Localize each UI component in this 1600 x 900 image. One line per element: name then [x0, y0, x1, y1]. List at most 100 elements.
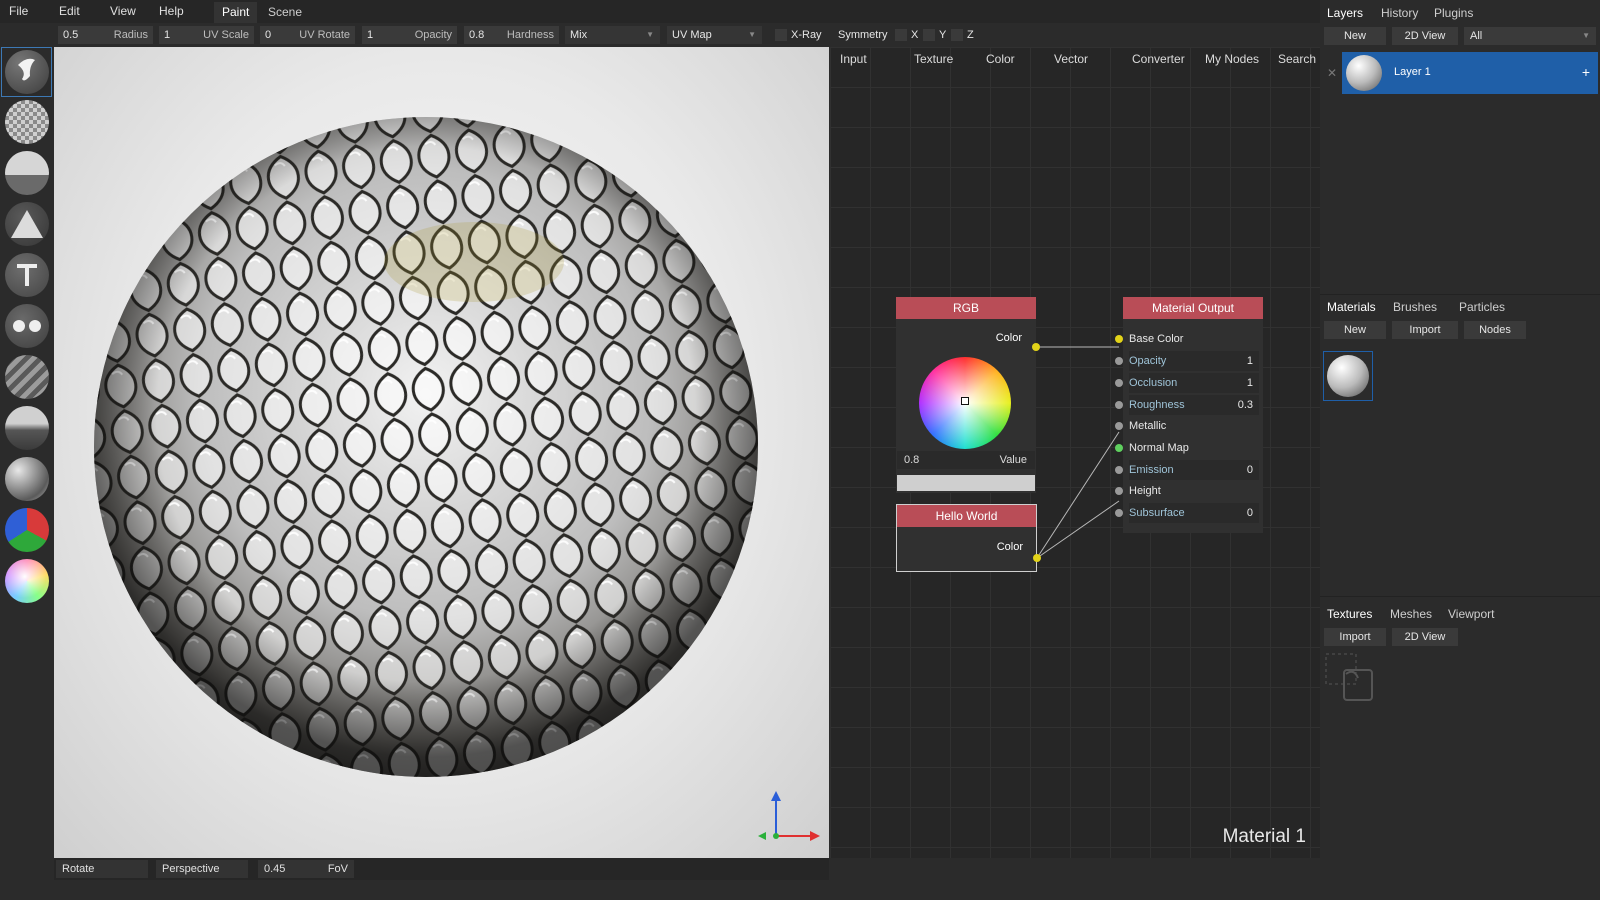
blend-mode-select[interactable]: Mix ▼ [565, 26, 660, 44]
menu-help[interactable]: Help [159, 4, 184, 18]
uv-rotate-field[interactable]: 0 UV Rotate [260, 26, 355, 44]
opacity-field[interactable]: 1 Opacity [362, 26, 457, 44]
nodes-button[interactable]: Nodes [1464, 321, 1526, 339]
socket-occlusion[interactable] [1115, 379, 1123, 387]
bake-tool[interactable] [5, 457, 49, 501]
axis-gizmo [758, 791, 820, 841]
material-output-node[interactable]: Material Output Base Color Opacity 1 Occl… [1123, 297, 1263, 533]
tab-brushes[interactable]: Brushes [1393, 300, 1437, 314]
colorid-tool[interactable] [5, 508, 49, 552]
menu-file[interactable]: File [9, 4, 28, 18]
blur-tool[interactable] [5, 355, 49, 399]
tab-paint[interactable]: Paint [214, 2, 258, 23]
radius-field[interactable]: 0.5 Radius [58, 26, 153, 44]
node-editor[interactable]: Input Texture Color Vector Converter My … [830, 47, 1320, 858]
clone-tool[interactable] [5, 304, 49, 348]
value-slider[interactable]: 0.8 Value [897, 451, 1035, 469]
tab-particles[interactable]: Particles [1459, 300, 1505, 314]
opacity-label: Opacity [414, 29, 452, 41]
socket-normal-map[interactable] [1115, 444, 1123, 452]
tab-materials[interactable]: Materials [1327, 300, 1376, 314]
projection-select[interactable]: Perspective [156, 860, 248, 878]
fov-value: 0.45 [264, 863, 286, 875]
symmetry-y-checkbox[interactable] [923, 29, 935, 41]
socket-base-color[interactable] [1115, 335, 1123, 343]
layers-filter-select[interactable]: All ▼ [1464, 27, 1596, 45]
socket-roughness[interactable] [1115, 401, 1123, 409]
close-icon[interactable]: ✕ [1327, 66, 1337, 80]
color-wheel-cursor[interactable] [961, 397, 969, 405]
menu-edit[interactable]: Edit [59, 4, 80, 18]
uv-scale-field[interactable]: 1 UV Scale [159, 26, 254, 44]
uv-scale-label: UV Scale [203, 29, 249, 41]
fill-tool[interactable] [5, 151, 49, 195]
import-texture-button[interactable]: Import [1324, 628, 1386, 646]
camera-mode-select[interactable]: Rotate [56, 860, 148, 878]
input-normal-map: Normal Map [1129, 442, 1189, 454]
drop-image-icon [1325, 653, 1373, 701]
symmetry-z-checkbox[interactable] [951, 29, 963, 41]
textures-2d-view-button[interactable]: 2D View [1392, 628, 1458, 646]
decal-tool[interactable] [5, 202, 49, 246]
projection-value: Perspective [162, 863, 220, 875]
particle-tool[interactable] [5, 406, 49, 450]
value-label: Value [999, 454, 1027, 466]
brush-icon [18, 58, 35, 81]
socket-opacity[interactable] [1115, 357, 1123, 365]
hello-world-color-output-socket[interactable] [1033, 554, 1041, 562]
input-occlusion[interactable]: Occlusion 1 [1129, 373, 1259, 393]
rgb-color-output-socket[interactable] [1032, 343, 1040, 351]
menu-view[interactable]: View [110, 4, 136, 18]
input-roughness[interactable]: Roughness 0.3 [1129, 395, 1259, 415]
import-material-button[interactable]: Import [1392, 321, 1458, 339]
brush-tool[interactable] [5, 50, 49, 94]
xray-label: X-Ray [791, 29, 822, 41]
tab-viewport[interactable]: Viewport [1448, 607, 1494, 621]
input-emission[interactable]: Emission 0 [1129, 460, 1259, 480]
socket-height[interactable] [1115, 487, 1123, 495]
fov-field[interactable]: 0.45 FoV [258, 860, 354, 878]
input-subsurface[interactable]: Subsurface 0 [1129, 503, 1259, 523]
radius-label: Radius [113, 29, 148, 41]
3d-viewport[interactable] [54, 47, 829, 858]
socket-emission[interactable] [1115, 466, 1123, 474]
socket-subsurface[interactable] [1115, 509, 1123, 517]
hello-world-output-label: Color [996, 541, 1023, 553]
new-material-button[interactable]: New [1324, 321, 1386, 339]
chevron-down-icon: ▼ [646, 30, 654, 39]
tab-textures[interactable]: Textures [1327, 607, 1372, 621]
tab-scene[interactable]: Scene [260, 2, 310, 23]
value-number: 0.8 [904, 454, 920, 466]
material-slot[interactable] [1323, 351, 1373, 401]
tab-history[interactable]: History [1381, 6, 1418, 20]
hardness-field[interactable]: 0.8 Hardness [464, 26, 559, 44]
plus-icon[interactable]: + [1582, 64, 1590, 80]
layers-2d-view-button[interactable]: 2D View [1392, 27, 1458, 45]
symmetry-x-checkbox[interactable] [895, 29, 907, 41]
socket-metallic[interactable] [1115, 422, 1123, 430]
mapping-select[interactable]: UV Map ▼ [667, 26, 762, 44]
xray-checkbox[interactable] [775, 29, 787, 41]
radius-value: 0.5 [63, 29, 79, 41]
right-panel: Layers History Plugins New 2D View All ▼… [1320, 0, 1600, 900]
color-preview-swatch [897, 475, 1035, 491]
tab-plugins[interactable]: Plugins [1434, 6, 1473, 20]
hello-world-node[interactable]: Hello World Color [896, 504, 1037, 572]
input-opacity[interactable]: Opacity 1 [1129, 351, 1259, 371]
input-height: Height [1129, 485, 1161, 497]
color-wheel[interactable] [919, 357, 1011, 449]
rgb-node[interactable]: RGB Color 0.8 Value [896, 297, 1036, 493]
material-thumbnail [1327, 355, 1369, 397]
tab-meshes[interactable]: Meshes [1390, 607, 1432, 621]
eraser-tool[interactable] [5, 100, 49, 144]
hello-world-node-title: Hello World [897, 505, 1036, 527]
text-tool[interactable] [5, 253, 49, 297]
decal-icon [11, 210, 43, 238]
menu-bar: File Edit View Help Paint Scene [0, 0, 1320, 23]
sphere-render [94, 117, 758, 777]
picker-tool[interactable] [5, 559, 49, 603]
tab-layers[interactable]: Layers [1327, 6, 1363, 20]
new-layer-button[interactable]: New [1324, 27, 1386, 45]
layer-row[interactable]: Layer 1 + [1342, 52, 1598, 94]
clone-icon [13, 320, 41, 332]
